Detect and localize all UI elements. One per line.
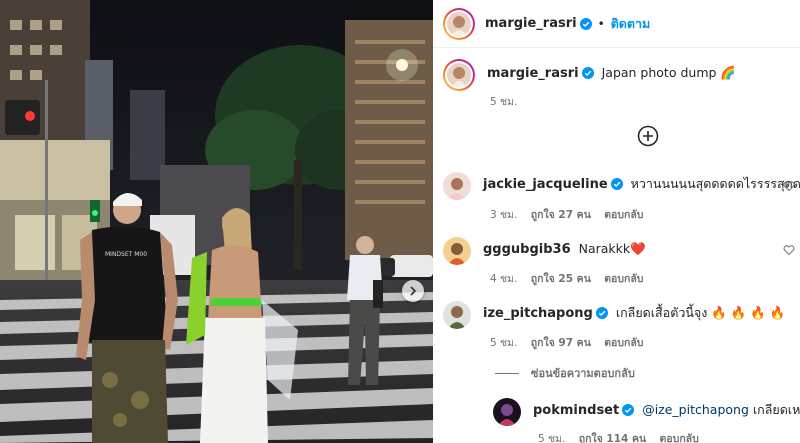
reply-username[interactable]: pokmindset [533,403,619,418]
add-comment-icon[interactable] [637,125,659,147]
verified-badge-icon [579,17,592,30]
next-photo-button[interactable] [402,280,424,302]
post-header: margie_rasri • ติดตาม [433,0,800,48]
comments-panel: margie_rasri • ติดตาม margie_rasri Japan… [433,0,800,443]
comment-row: gggubgib36 Narakkk❤️ [443,237,646,265]
reply-mention[interactable]: @ize_pitchapong [642,402,749,417]
reply-text: เกลียดเหมือนกั [752,402,800,417]
reply-button[interactable]: ตอบกลับ [604,273,643,285]
reply-likes[interactable]: ถูกใจ 114 คน [579,433,646,443]
heart-icon[interactable] [783,180,795,192]
caption-timestamp: 5 ชม. [490,96,518,108]
comment-row: jackie_jacqueline หวานนนนนสุดดดดดไรรรรสุ… [443,172,800,200]
reply-avatar[interactable] [493,398,521,426]
comment-likes[interactable]: ถูกใจ 97 คน [531,337,591,349]
comment-username[interactable]: jackie_jacqueline [483,177,608,192]
follow-button[interactable]: ติดตาม [611,14,651,34]
reply-row: pokmindset @ize_pitchapong เกลียดเหมือนก… [493,398,800,426]
comment-likes[interactable]: ถูกใจ 25 คน [531,273,591,285]
comment-time: 4 ชม. [490,273,518,285]
reply-meta: 5 ชม. ถูกใจ 114 คน ตอบกลับ [538,430,709,443]
caption-username[interactable]: margie_rasri [487,66,579,81]
separator-dot: • [597,16,605,31]
verified-badge-icon [581,67,594,79]
comment-meta: 5 ชม. ถูกใจ 97 คน ตอบกลับ [490,334,653,351]
heart-icon[interactable] [783,244,795,256]
comment-likes[interactable]: ถูกใจ 27 คน [531,209,591,221]
comment-meta: 3 ชม. ถูกใจ 27 คน ตอบกลับ [490,206,653,223]
author-avatar[interactable] [443,7,475,40]
commenter-avatar[interactable] [443,301,471,329]
reply-button[interactable]: ตอบกลับ [604,209,643,221]
comment-text: หวานนนนนสุดดดดดไรรรรสุดดดด [630,176,800,191]
verified-badge-icon [595,307,608,319]
street-photo-image: MINDSET M00 [0,0,433,443]
next-arrow-icon [410,286,417,296]
commenter-avatar[interactable] [443,172,471,200]
caption-row: margie_rasri Japan photo dump 🌈 [443,59,736,91]
comment-time: 5 ชม. [490,337,518,349]
reply-button[interactable]: ตอบกลับ [604,337,643,349]
caption-text: Japan photo dump 🌈 [601,65,736,80]
shirt-print-text: MINDSET M00 [105,251,147,258]
comment-text: Narakkk❤️ [578,241,646,256]
hide-replies-label: ซ่อนข้อความตอบกลับ [531,367,635,380]
verified-badge-icon [622,404,635,416]
comment-time: 3 ชม. [490,209,518,221]
comment-row: ize_pitchapong เกลียดเสื้อตัวนี้จุง 🔥 🔥 … [443,301,785,329]
comment-username[interactable]: ize_pitchapong [483,306,593,321]
post-photo[interactable]: MINDSET M00 [0,0,433,443]
verified-badge-icon [610,178,623,190]
commenter-avatar[interactable] [443,237,471,265]
hide-replies-button[interactable]: ซ่อนข้อความตอบกลับ [495,364,635,382]
author-username[interactable]: margie_rasri [485,16,577,31]
reply-reply-button[interactable]: ตอบกลับ [660,433,699,443]
comment-text: เกลียดเสื้อตัวนี้จุง 🔥 🔥 🔥 🔥 [615,305,786,320]
caption-avatar[interactable] [443,59,475,91]
reply-time: 5 ชม. [538,433,566,443]
comment-meta: 4 ชม. ถูกใจ 25 คน ตอบกลับ [490,270,653,287]
comment-username[interactable]: gggubgib36 [483,242,571,257]
divider-line [495,372,519,374]
